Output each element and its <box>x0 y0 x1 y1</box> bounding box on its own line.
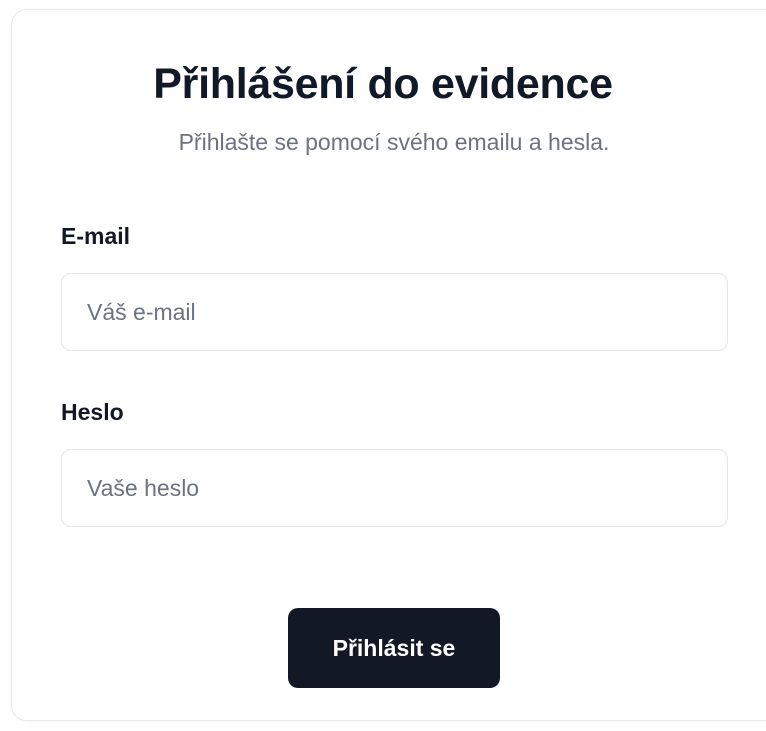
login-button[interactable]: Přihlásit se <box>288 608 500 688</box>
page-title: Přihlášení do evidence <box>153 60 613 108</box>
password-label: Heslo <box>61 399 124 425</box>
page-subtitle: Přihlašte se pomocí svého emailu a hesla… <box>178 129 610 155</box>
email-field[interactable] <box>61 273 728 351</box>
email-label: E-mail <box>61 223 131 249</box>
password-field[interactable] <box>61 449 728 527</box>
